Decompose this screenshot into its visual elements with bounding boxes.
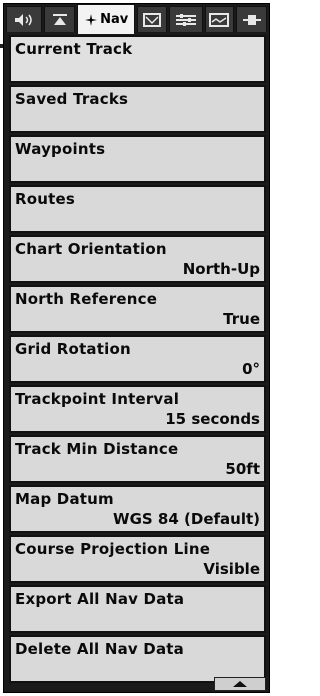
menu-item-value: 0° <box>242 360 260 378</box>
tab-sonar-screen[interactable] <box>204 6 235 32</box>
speaker-icon <box>14 13 32 26</box>
menu-item-label: North Reference <box>15 290 158 308</box>
nav-menu-list: Current Track Saved Tracks Waypoints Rou… <box>9 35 266 685</box>
menu-item-trackpoint-interval[interactable]: Trackpoint Interval 15 seconds <box>9 385 266 433</box>
menu-item-saved-tracks[interactable]: Saved Tracks <box>9 85 266 133</box>
menu-item-label: Map Datum <box>15 490 114 508</box>
tab-bar: Nav <box>6 4 268 34</box>
menu-item-value: WGS 84 (Default) <box>113 510 260 528</box>
settings-sliders-icon <box>175 13 196 26</box>
tab-nav-label: Nav <box>100 12 129 27</box>
menu-item-map-datum[interactable]: Map Datum WGS 84 (Default) <box>9 485 266 533</box>
menu-item-value: Visible <box>203 560 260 578</box>
menu-item-value: North-Up <box>182 260 260 278</box>
menu-item-track-min-distance[interactable]: Track Min Distance 50ft <box>9 435 266 483</box>
menu-item-label: Trackpoint Interval <box>15 390 180 408</box>
menu-item-value: 50ft <box>225 460 260 478</box>
menu-item-label: Export All Nav Data <box>15 590 185 608</box>
nav-compass-icon <box>85 13 98 26</box>
tab-speaker[interactable] <box>6 6 42 32</box>
tab-accessory[interactable] <box>236 6 268 32</box>
menu-item-label: Grid Rotation <box>15 340 131 358</box>
menu-item-north-reference[interactable]: North Reference True <box>9 285 266 333</box>
menu-item-label: Current Track <box>15 40 133 58</box>
menu-item-label: Waypoints <box>15 140 106 158</box>
tab-chart[interactable] <box>137 6 167 32</box>
sonar-icon <box>52 13 67 25</box>
menu-item-label: Course Projection Line <box>15 540 211 558</box>
menu-item-chart-orientation[interactable]: Chart Orientation North-Up <box>9 235 266 283</box>
menu-item-export-all-nav-data[interactable]: Export All Nav Data <box>9 585 266 633</box>
menu-item-course-projection-line[interactable]: Course Projection Line Visible <box>9 535 266 583</box>
accessory-icon <box>242 14 261 25</box>
tab-nav[interactable]: Nav <box>77 4 135 34</box>
tab-sonar[interactable] <box>43 6 76 32</box>
menu-item-label: Routes <box>15 190 76 208</box>
menu-item-waypoints[interactable]: Waypoints <box>9 135 266 183</box>
menu-item-label: Chart Orientation <box>15 240 167 258</box>
menu-item-value: True <box>223 310 260 328</box>
menu-item-value: 15 seconds <box>165 410 260 428</box>
scroll-up-arrow-icon <box>233 681 247 687</box>
menu-item-grid-rotation[interactable]: Grid Rotation 0° <box>9 335 266 383</box>
menu-item-label: Track Min Distance <box>15 440 179 458</box>
chart-icon <box>142 12 161 27</box>
menu-item-label: Saved Tracks <box>15 90 129 108</box>
scroll-up-button[interactable] <box>214 677 266 691</box>
sonar-screen-icon <box>209 12 230 27</box>
menu-item-label: Delete All Nav Data <box>15 640 184 658</box>
scroll-indicator <box>9 677 266 691</box>
menu-item-current-track[interactable]: Current Track <box>9 35 266 83</box>
menu-item-routes[interactable]: Routes <box>9 185 266 233</box>
menu-item-delete-all-nav-data[interactable]: Delete All Nav Data <box>9 635 266 683</box>
tab-settings[interactable] <box>168 6 203 32</box>
